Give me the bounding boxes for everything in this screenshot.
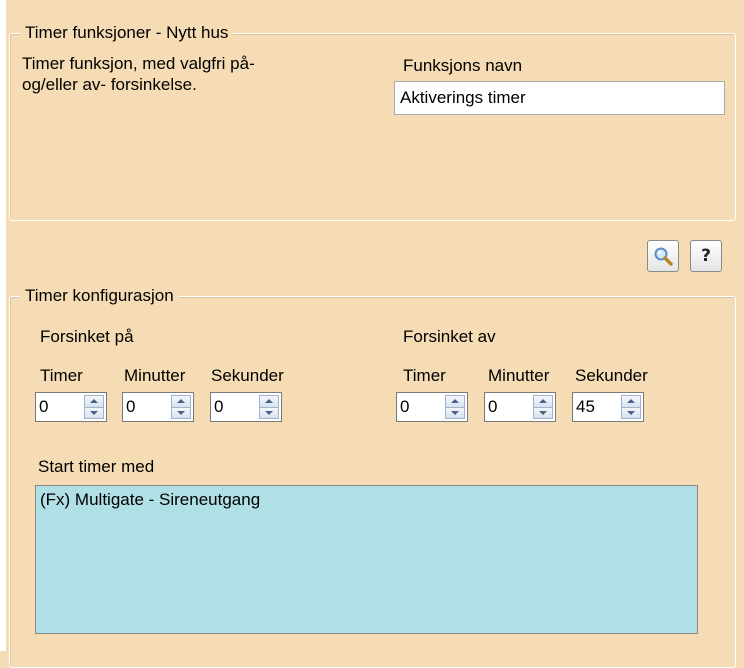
spinner-buttons — [171, 395, 191, 419]
delay-off-minutes-label: Minutter — [488, 366, 550, 385]
spin-down-button[interactable] — [172, 406, 190, 418]
arrow-down-icon — [177, 410, 185, 415]
spin-down-button[interactable] — [446, 406, 464, 418]
function-description-line2: og/eller av- forsinkelse. — [22, 75, 197, 94]
delay-on-hours-value[interactable]: 0 — [36, 393, 84, 421]
arrow-down-icon — [451, 410, 459, 415]
spinner-buttons — [259, 395, 279, 419]
delay-off-label: Forsinket av — [403, 327, 496, 346]
delay-on-hours-spinner[interactable]: 0 — [35, 392, 107, 422]
spin-up-button[interactable] — [534, 396, 552, 407]
delay-on-hours-label: Timer — [40, 366, 83, 385]
spin-down-button[interactable] — [534, 406, 552, 418]
arrow-up-icon — [451, 399, 459, 404]
delay-off-hours-label: Timer — [403, 366, 446, 385]
spin-up-button[interactable] — [172, 396, 190, 407]
spinner-buttons — [621, 395, 641, 419]
delay-on-minutes-spinner[interactable]: 0 — [122, 392, 194, 422]
help-button[interactable]: ? — [690, 240, 722, 272]
delay-off-seconds-value[interactable]: 45 — [573, 393, 621, 421]
spinner-buttons — [445, 395, 465, 419]
window-left-edge — [0, 0, 6, 651]
spin-up-button[interactable] — [85, 396, 103, 407]
delay-off-seconds-label: Sekunder — [575, 366, 648, 385]
delay-off-minutes-value[interactable]: 0 — [485, 393, 533, 421]
function-name-label: Funksjons navn — [403, 56, 523, 75]
arrow-down-icon — [265, 410, 273, 415]
start-timer-list[interactable]: (Fx) Multigate - Sireneutgang — [35, 485, 698, 634]
delay-on-seconds-spinner[interactable]: 0 — [210, 392, 282, 422]
delay-on-minutes-value[interactable]: 0 — [123, 393, 171, 421]
spin-down-button[interactable] — [622, 406, 640, 418]
spin-up-button[interactable] — [622, 396, 640, 407]
magnifier-icon — [654, 247, 673, 266]
arrow-down-icon — [539, 410, 547, 415]
list-item[interactable]: (Fx) Multigate - Sireneutgang — [40, 488, 693, 512]
delay-on-label: Forsinket på — [40, 327, 134, 346]
start-timer-label: Start timer med — [38, 457, 155, 476]
arrow-up-icon — [627, 399, 635, 404]
delay-off-minutes-spinner[interactable]: 0 — [484, 392, 556, 422]
delay-on-seconds-value[interactable]: 0 — [211, 393, 259, 421]
config-group-title: Timer konfigurasjon — [20, 285, 179, 307]
arrow-up-icon — [265, 399, 273, 404]
spin-up-button[interactable] — [260, 396, 278, 407]
arrow-up-icon — [539, 399, 547, 404]
delay-on-minutes-label: Minutter — [124, 366, 186, 385]
spin-down-button[interactable] — [85, 406, 103, 418]
delay-on-seconds-label: Sekunder — [211, 366, 284, 385]
spin-up-button[interactable] — [446, 396, 464, 407]
help-icon: ? — [701, 246, 711, 266]
spin-down-button[interactable] — [260, 406, 278, 418]
arrow-down-icon — [90, 410, 98, 415]
delay-off-seconds-spinner[interactable]: 45 — [572, 392, 644, 422]
arrow-up-icon — [90, 399, 98, 404]
spinner-buttons — [533, 395, 553, 419]
arrow-up-icon — [177, 399, 185, 404]
delay-off-hours-spinner[interactable]: 0 — [396, 392, 468, 422]
function-description-line1: Timer funksjon, med valgfri på- — [22, 54, 255, 73]
function-name-field[interactable]: Aktiverings timer — [394, 81, 725, 115]
arrow-down-icon — [627, 410, 635, 415]
delay-off-hours-value[interactable]: 0 — [397, 393, 445, 421]
function-group-title: Timer funksjoner - Nytt hus — [20, 22, 234, 44]
search-button[interactable] — [647, 240, 679, 272]
spinner-buttons — [84, 395, 104, 419]
